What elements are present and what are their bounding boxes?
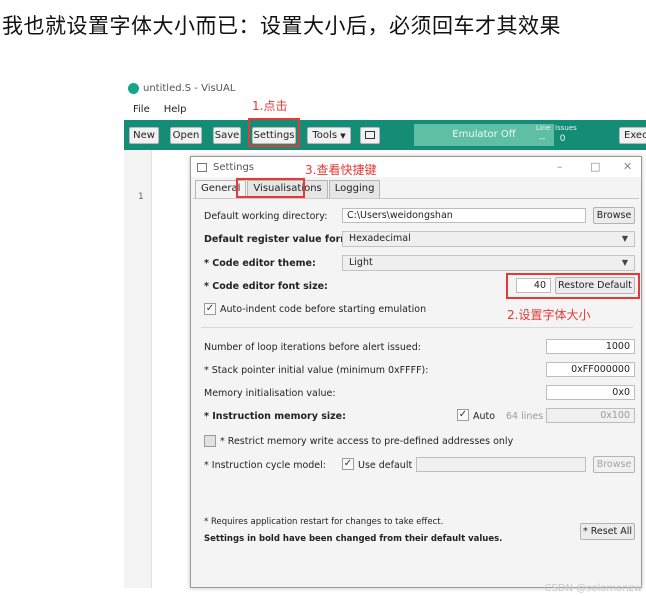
register-format-select[interactable]: Hexadecimal ▼: [342, 231, 635, 247]
auto-label: Auto: [473, 411, 496, 422]
line-issues-status: Line Issues -- 0: [536, 123, 577, 145]
instruction-memory-label: * Instruction memory size:: [204, 411, 346, 422]
restrict-memory-checkbox[interactable]: [204, 435, 216, 447]
window-icon: [197, 162, 207, 172]
save-button[interactable]: Save: [213, 127, 241, 144]
close-icon[interactable]: ✕: [623, 160, 632, 173]
watermark: CSDN @solomonzw: [544, 583, 642, 594]
visualise-button[interactable]: [360, 127, 380, 144]
cycle-model-label: * Instruction cycle model:: [204, 460, 326, 471]
line-value: --: [538, 134, 546, 144]
stack-pointer-label: * Stack pointer initial value (minimum 0…: [204, 365, 429, 376]
stack-pointer-field[interactable]: 0xFF000000: [546, 362, 635, 377]
memory-init-field[interactable]: 0x0: [546, 385, 635, 400]
tools-dropdown[interactable]: Tools ▼: [307, 127, 351, 144]
tab-logging[interactable]: Logging: [328, 180, 381, 198]
caption-text: 我也就设置字体大小而已：设置大小后，必须回车才其效果: [2, 14, 561, 38]
chevron-down-icon: ▼: [340, 132, 346, 140]
line-number: 1: [138, 192, 144, 202]
settings-highlight-box: [248, 118, 300, 147]
font-size-label: * Code editor font size:: [204, 281, 328, 292]
menu-help[interactable]: Help: [164, 104, 187, 115]
auto-indent-label: Auto-indent code before starting emulati…: [220, 304, 427, 315]
annotation-step1: 1.点击: [252, 99, 288, 113]
theme-select[interactable]: Light ▼: [342, 255, 635, 271]
register-format-label: Default register value format:: [204, 234, 365, 245]
board-icon: [365, 131, 375, 139]
auto-indent-checkbox[interactable]: ✓: [204, 303, 216, 315]
register-format-value: Hexadecimal: [349, 233, 411, 244]
restrict-memory-label: * Restrict memory write access to pre-de…: [220, 436, 514, 447]
annotation-step3: 3.查看快捷键: [305, 163, 377, 177]
dialog-title: Settings: [213, 161, 255, 173]
use-default-label: Use default: [358, 460, 413, 471]
emulator-status: Emulator Off: [414, 124, 554, 146]
settings-dialog: Settings – □ ✕ General Visualisations Lo…: [190, 156, 642, 588]
chevron-down-icon: ▼: [621, 234, 628, 243]
app-title: untitled.S - VisUAL: [143, 82, 236, 94]
general-tab-content: Default working directory: C:\Users\weid…: [193, 198, 639, 586]
issues-value: 0: [559, 134, 566, 144]
toolbar: New Open Save Settings Tools ▼ Emulator …: [124, 120, 646, 150]
minimize-icon[interactable]: –: [557, 160, 563, 173]
cycle-model-browse-button[interactable]: Browse: [593, 456, 635, 473]
theme-value: Light: [349, 257, 373, 268]
bold-footnote: Settings in bold have been changed from …: [204, 534, 503, 544]
cycle-model-field[interactable]: [416, 457, 586, 472]
restart-footnote: * Requires application restart for chang…: [204, 517, 444, 527]
loop-iterations-field[interactable]: 1000: [546, 339, 635, 354]
section-divider: [201, 327, 633, 328]
open-button[interactable]: Open: [170, 127, 202, 144]
chevron-down-icon: ▼: [621, 258, 628, 267]
menu-file[interactable]: File: [133, 104, 150, 115]
new-button[interactable]: New: [129, 127, 159, 144]
line-gutter: 1: [124, 150, 152, 588]
issues-label: Issues: [555, 124, 577, 132]
loop-iterations-label: Number of loop iterations before alert i…: [204, 342, 421, 353]
menu-bar: File Help: [124, 100, 187, 118]
working-dir-browse-button[interactable]: Browse: [593, 207, 635, 224]
working-dir-field[interactable]: C:\Users\weidongshan: [342, 208, 586, 223]
visualisations-highlight-box: [236, 178, 305, 198]
memory-lines-label: 64 lines: [506, 411, 544, 422]
working-dir-label: Default working directory:: [204, 211, 328, 222]
visual-logo-icon: [128, 82, 139, 94]
instruction-memory-field[interactable]: 0x100: [546, 408, 635, 423]
app-titlebar: untitled.S - VisUAL: [124, 78, 646, 98]
memory-init-label: Memory initialisation value:: [204, 388, 336, 399]
annotation-step2: 2.设置字体大小: [507, 308, 591, 322]
tools-label: Tools: [312, 130, 338, 141]
auto-checkbox[interactable]: ✓: [457, 409, 469, 421]
line-label: Line: [536, 124, 551, 132]
reset-all-button[interactable]: * Reset All: [580, 523, 635, 540]
theme-label: * Code editor theme:: [204, 258, 316, 269]
dialog-titlebar: Settings – □ ✕: [191, 157, 641, 177]
use-default-checkbox[interactable]: ✓: [342, 458, 354, 470]
execute-button[interactable]: Exec: [619, 127, 646, 144]
font-size-highlight-box: [506, 273, 640, 299]
maximize-icon[interactable]: □: [590, 160, 600, 173]
